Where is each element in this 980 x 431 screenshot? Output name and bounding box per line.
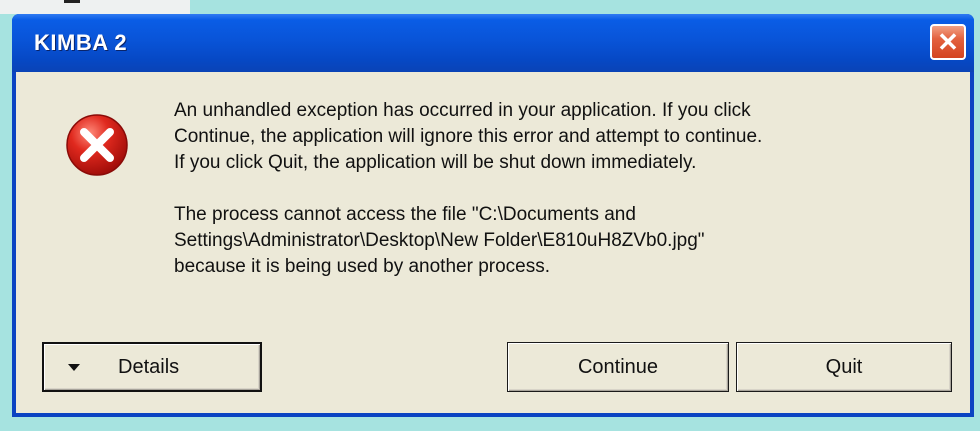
error-message-main: An unhandled exception has occurred in y… <box>174 100 763 173</box>
dialog-body: An unhandled exception has occurred in y… <box>16 72 970 413</box>
error-message-detail: The process cannot access the file "C:\D… <box>174 204 705 277</box>
error-message: An unhandled exception has occurred in y… <box>174 98 934 280</box>
chevron-down-icon <box>68 363 80 371</box>
close-button[interactable]: ✕ <box>930 24 966 60</box>
error-icon <box>66 114 128 176</box>
window-title: KIMBA 2 <box>34 30 128 55</box>
quit-button-label: Quit <box>825 355 863 378</box>
details-button[interactable]: Details <box>42 342 262 392</box>
continue-button-label: Continue <box>577 355 659 378</box>
quit-button[interactable]: Quit <box>736 342 952 392</box>
details-button-label: Details <box>118 355 180 378</box>
continue-button[interactable]: Continue <box>507 342 729 392</box>
error-dialog: KIMBA 2 ✕ An unhandled exception has occ… <box>12 14 974 417</box>
title-bar[interactable]: KIMBA 2 ✕ <box>12 14 974 72</box>
background-dash <box>64 0 80 3</box>
close-icon: ✕ <box>937 27 959 57</box>
background-window-fragment <box>0 0 190 14</box>
